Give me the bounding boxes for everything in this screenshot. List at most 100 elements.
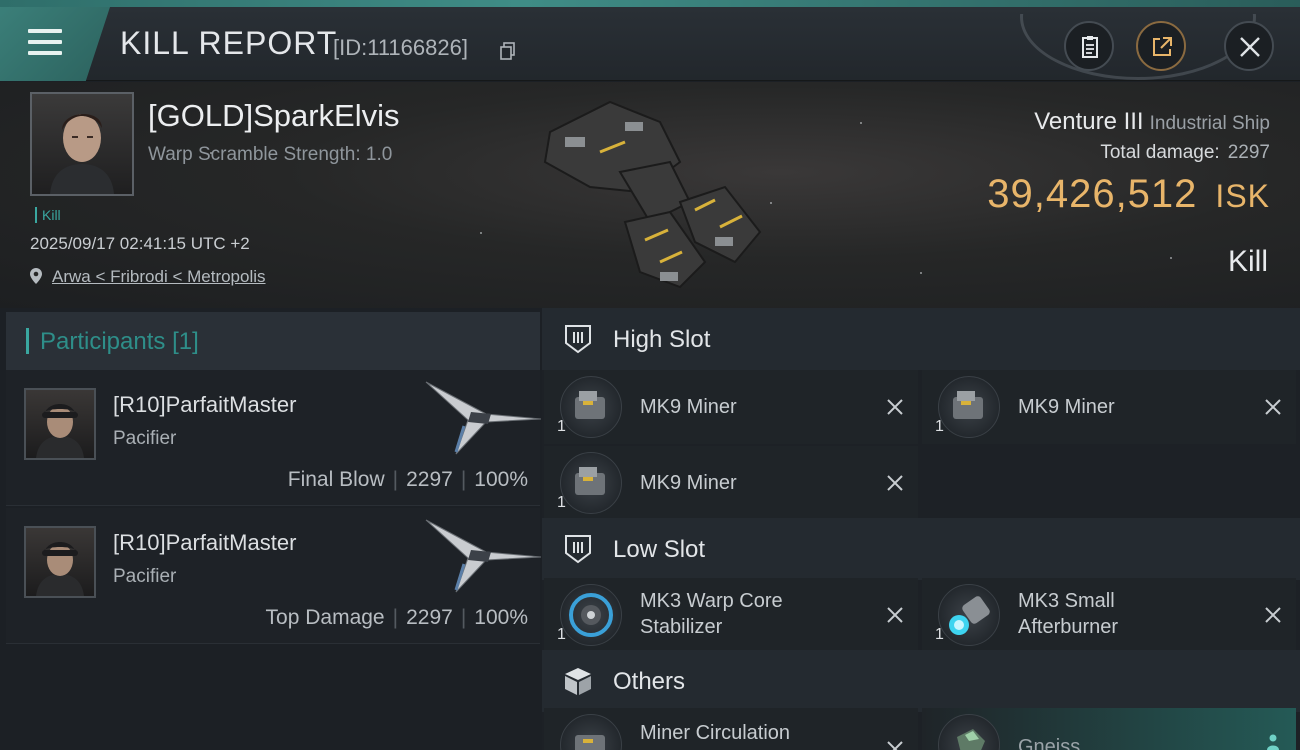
participant-damage: 2297 — [406, 606, 453, 629]
copy-icon[interactable] — [500, 42, 516, 60]
share-icon — [1153, 37, 1172, 56]
participant-row[interactable]: [R10]ParfaitMaster Pacifier Top Damage | 2… — [6, 508, 541, 644]
miner-module-icon — [560, 452, 622, 514]
ship-name: Venture III — [1034, 108, 1144, 135]
low-slot-icon — [565, 535, 591, 564]
participant-avatar[interactable] — [24, 526, 96, 598]
cargo-box-icon — [565, 668, 591, 695]
fitting-item[interactable]: 1 MK3 Small Afterburner — [922, 578, 1296, 652]
header-bar: KILL REPORT [ID:11166826] — [0, 7, 1300, 81]
destroyed-x-icon — [887, 475, 903, 491]
ship-class: Industrial Ship — [1149, 113, 1270, 134]
participant-stats: Top Damage | 2297 | 100% — [265, 606, 528, 629]
participant-name: [R10]ParfaitMaster — [113, 392, 297, 417]
low-slot-header: Low Slot — [542, 518, 1300, 580]
page-title: KILL REPORT — [120, 25, 338, 61]
victim-avatar[interactable] — [30, 92, 134, 196]
item-quantity: 1 — [935, 626, 944, 643]
participant-avatar[interactable] — [24, 388, 96, 460]
isk-unit: ISK — [1215, 178, 1270, 214]
high-slot-icon — [565, 325, 591, 354]
fitting-item[interactable]: Miner Circulation — [544, 708, 918, 750]
person-icon — [1267, 734, 1279, 750]
miner-module-icon — [560, 376, 622, 438]
miner-module-icon — [938, 376, 1000, 438]
location-pin-icon — [30, 268, 42, 284]
item-quantity: 1 — [557, 626, 566, 643]
participant-ship-image — [425, 519, 541, 593]
high-slot-header: High Slot — [542, 308, 1300, 370]
destroyed-x-icon — [1265, 607, 1281, 623]
fitting-item[interactable]: 1 MK9 Miner — [922, 370, 1296, 444]
item-name: Miner Circulation — [640, 722, 791, 744]
clipboard-button[interactable] — [1064, 21, 1114, 71]
participant-percent: 100% — [474, 468, 528, 491]
item-name: MK3 Warp Core Stabilizer — [640, 590, 783, 638]
kill-tag: Kill — [35, 207, 61, 223]
pilot-portrait-icon — [36, 404, 84, 458]
item-quantity: 1 — [935, 418, 944, 435]
destroyed-x-icon — [887, 607, 903, 623]
miner-circulation-icon — [560, 714, 622, 750]
ore-icon — [938, 714, 1000, 750]
fittings-panel: High Slot 1 MK9 Miner 1 MK9 Miner 1 MK9 … — [542, 308, 1300, 750]
hamburger-icon — [28, 29, 62, 55]
victim-ship-image[interactable] — [530, 92, 770, 302]
low-slot-label: Low Slot — [613, 536, 706, 563]
item-name: MK9 Miner — [640, 396, 737, 418]
participant-role: Final Blow — [287, 468, 385, 491]
participants-label: Participants — [40, 328, 166, 355]
isk-value: 39,426,512 ISK — [987, 172, 1270, 217]
item-quantity: 1 — [557, 418, 566, 435]
participant-ship: Pacifier — [113, 566, 177, 587]
total-damage-label: Total damage: — [1100, 142, 1220, 163]
participant-ship: Pacifier — [113, 428, 177, 449]
item-name: MK9 Miner — [1018, 396, 1115, 418]
participant-damage: 2297 — [406, 468, 453, 491]
kill-result: Kill — [1227, 245, 1268, 278]
afterburner-icon — [938, 584, 1000, 646]
header-accent-line — [0, 0, 1300, 7]
destroyed-x-icon — [887, 399, 903, 415]
participants-header: Participants [1] — [6, 312, 540, 370]
item-name: MK9 Miner — [640, 472, 737, 494]
participant-row[interactable]: [R10]ParfaitMaster Pacifier Final Blow | 2… — [6, 370, 541, 506]
menu-button[interactable] — [0, 7, 110, 81]
report-id: [ID:11166826] — [333, 35, 468, 60]
destroyed-x-icon — [1265, 399, 1281, 415]
total-damage: Total damage: 2297 — [1100, 142, 1270, 164]
fitting-item[interactable]: 1 MK9 Miner — [544, 446, 918, 520]
item-quantity: 1 — [557, 494, 566, 511]
item-name: Gneiss — [1018, 736, 1081, 750]
fitting-item[interactable]: 1 MK3 Warp Core Stabilizer — [544, 578, 918, 652]
share-button[interactable] — [1136, 21, 1186, 71]
isk-amount: 39,426,512 — [987, 172, 1198, 216]
victim-panel: [GOLD]SparkElvis Warp Scramble Strength:… — [0, 82, 1300, 308]
participants-panel: Participants [1] [R10]ParfaitMaster Paci… — [0, 308, 542, 750]
close-icon — [1240, 37, 1260, 57]
total-damage-value: 2297 — [1227, 142, 1270, 163]
victim-ship[interactable]: Venture III Industrial Ship — [1034, 108, 1270, 136]
planet-backdrop — [1010, 14, 1260, 88]
warp-core-stabilizer-icon — [560, 584, 622, 646]
fitting-item[interactable]: 1 MK9 Miner — [544, 370, 918, 444]
destroyed-x-icon — [887, 741, 903, 750]
location-link[interactable]: Arwa < Fribrodi < Metropolis — [52, 267, 266, 286]
participant-ship-image — [425, 381, 541, 455]
pilot-portrait-icon — [50, 113, 114, 194]
victim-name[interactable]: [GOLD]SparkElvis — [148, 98, 400, 134]
others-label: Others — [613, 668, 686, 695]
participant-stats: Final Blow | 2297 | 100% — [287, 468, 528, 491]
others-header: Others — [542, 650, 1300, 712]
high-slot-label: High Slot — [613, 326, 711, 353]
close-button[interactable] — [1224, 21, 1274, 71]
participant-percent: 100% — [474, 606, 528, 629]
participant-name: [R10]ParfaitMaster — [113, 530, 297, 555]
warp-scramble-strength: Warp Scramble Strength: 1.0 — [148, 144, 393, 165]
participant-role: Top Damage — [265, 606, 385, 629]
fitting-item[interactable]: Gneiss — [922, 708, 1296, 750]
participants-count: [1] — [172, 328, 199, 355]
item-name: MK3 Small Afterburner — [1018, 590, 1119, 638]
kill-location: Arwa < Fribrodi < Metropolis — [30, 267, 266, 287]
clipboard-icon — [1082, 36, 1098, 58]
